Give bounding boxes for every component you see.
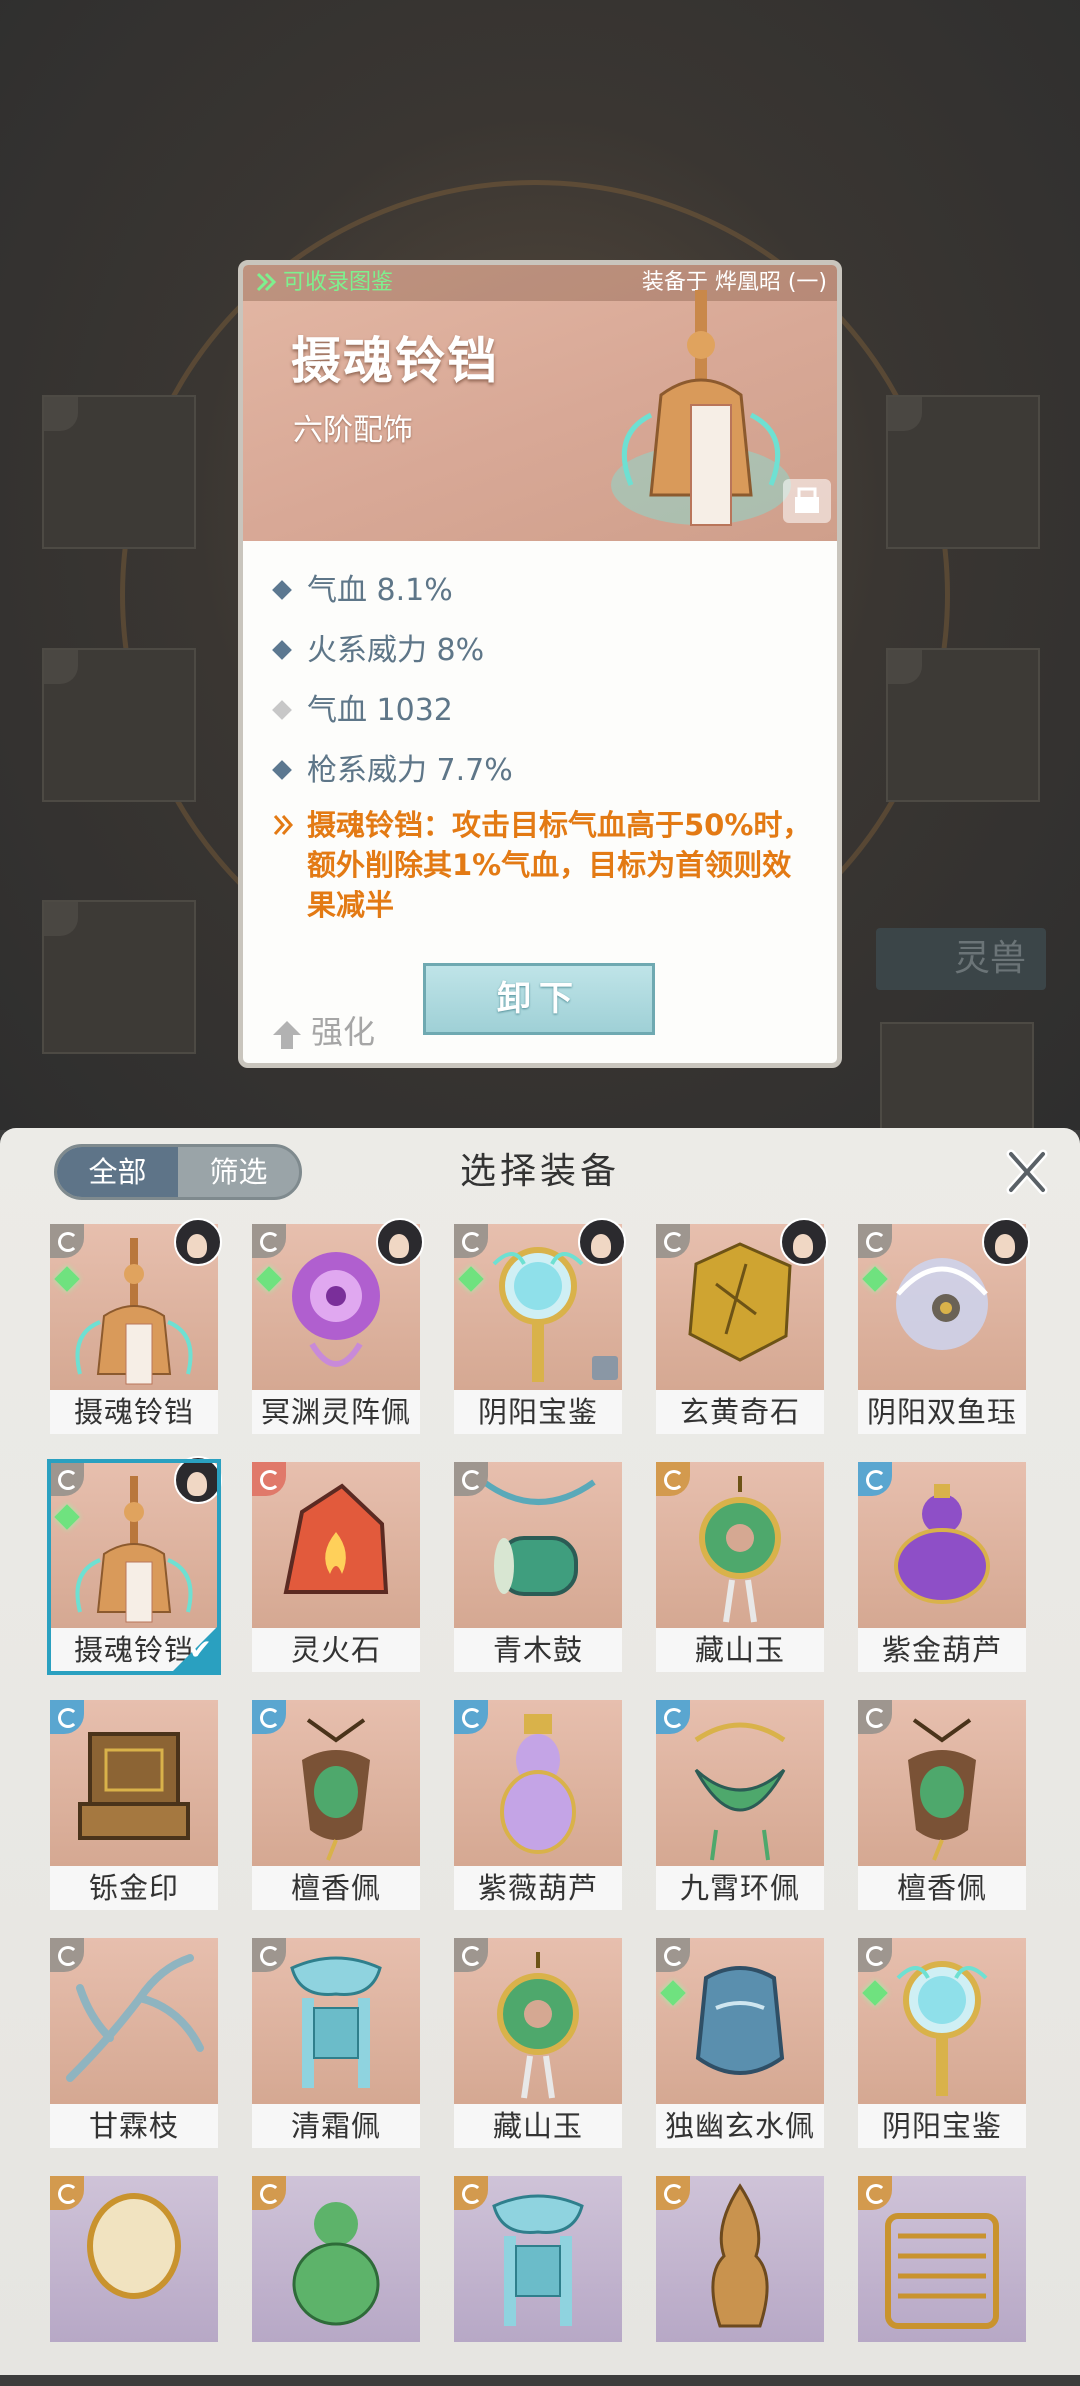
owner-avatar (174, 1218, 222, 1266)
equipment-name: 九霄环佩 (656, 1866, 824, 1910)
collect-icon (256, 272, 277, 292)
equipment-slot[interactable]: 檀香佩 (252, 1700, 420, 1910)
panel-title: 选择装备 (459, 1151, 620, 1192)
background-spirit-beast-tab: 灵兽 (876, 928, 1046, 990)
lock-icon (592, 1356, 618, 1380)
owner-avatar (780, 1218, 828, 1266)
item-illustration (611, 290, 791, 526)
equipment-name: 铄金印 (50, 1866, 218, 1910)
stat-line: 枪系威力 7.7% (271, 741, 817, 801)
upgrade-arrow-icon (273, 1021, 301, 1049)
equipment-name: 藏山玉 (454, 2104, 622, 2148)
equipment-name: 独幽玄水佩 (656, 2104, 824, 2148)
strengthen-label: 强化 (311, 1013, 376, 1051)
equipment-name: 檀香佩 (858, 1866, 1026, 1910)
equipment-name: 檀香佩 (252, 1866, 420, 1910)
special-effect-text: 摄魂铃铛：攻击目标气血高于50%时，额外削除其1%气血，目标为首领则效果减半 (307, 808, 812, 922)
owner-avatar (982, 1218, 1030, 1266)
equipment-name: 青木鼓 (454, 1628, 622, 1672)
item-detail-card: 可收录图鉴 装备于 烨凰昭 (一) 摄魂铃铛 六阶配饰 气血 8.1% 火系威力… (238, 260, 842, 1068)
stat-line: 气血 8.1% (271, 561, 817, 621)
equipment-selection-panel: 全部 筛选 选择装备 摄魂铃铛 冥渊灵阵佩 阴阳宝鉴 玄黄奇石 阴阳双鱼珏 摄魂铃铛 ✔ 灵火… (0, 1128, 1080, 2375)
equipment-slot[interactable]: 阴阳宝鉴 (858, 1938, 1026, 2148)
equipment-slot[interactable]: 紫薇葫芦 (454, 1700, 622, 1910)
equipment-slot[interactable] (858, 2176, 1026, 2386)
lock-icon[interactable] (783, 479, 831, 523)
owner-avatar (376, 1218, 424, 1266)
stat-bullet-icon (272, 640, 292, 660)
equipment-name: 甘霖枝 (50, 2104, 218, 2148)
equipment-name: 阴阳宝鉴 (858, 2104, 1026, 2148)
item-stats: 气血 8.1% 火系威力 8% 气血 1032 枪系威力 7.7% (271, 561, 817, 801)
unequip-button[interactable]: 卸下 (423, 963, 655, 1035)
stat-bullet-icon (272, 580, 292, 600)
equipment-slot[interactable]: 清霜佩 (252, 1938, 420, 2148)
equipment-slot[interactable]: 摄魂铃铛 ✔ (47, 1456, 222, 1675)
stat-bullet-icon (272, 760, 292, 780)
equipment-name: 阴阳双鱼珏 (858, 1390, 1026, 1434)
background-equipment-slot (880, 1022, 1034, 1134)
equipment-slot[interactable] (454, 2176, 622, 2386)
equipment-slot[interactable] (656, 2176, 824, 2386)
equipment-slot[interactable]: 紫金葫芦 (858, 1462, 1026, 1672)
equipment-slot[interactable]: 阴阳双鱼珏 (858, 1218, 1030, 1434)
equipment-slot[interactable]: 檀香佩 (858, 1700, 1026, 1910)
background-equipment-slot (886, 648, 1040, 802)
close-icon[interactable] (1003, 1148, 1051, 1196)
background-equipment-slot (42, 900, 196, 1054)
equipment-name: 紫薇葫芦 (454, 1866, 622, 1910)
special-effect: 摄魂铃铛：攻击目标气血高于50%时，额外削除其1%气血，目标为首领则效果减半 (271, 805, 817, 925)
equipment-slot[interactable]: 独幽玄水佩 (656, 1938, 824, 2148)
stat-bullet-icon (272, 700, 292, 720)
equipment-slot[interactable]: 藏山玉 (656, 1462, 824, 1672)
owner-avatar (578, 1218, 626, 1266)
background-equipment-slot (42, 648, 196, 802)
background-equipment-slot (886, 395, 1040, 549)
special-effect-icon (273, 815, 294, 835)
equipment-name: 灵火石 (252, 1628, 420, 1672)
equipment-slot[interactable]: 玄黄奇石 (656, 1218, 828, 1434)
equipment-name: 紫金葫芦 (858, 1628, 1026, 1672)
equipment-name: 玄黄奇石 (656, 1390, 824, 1434)
checkmark-icon: ✔ (188, 1633, 212, 1666)
stat-line: 火系威力 8% (271, 621, 817, 681)
equipment-slot[interactable]: 摄魂铃铛 (50, 1218, 222, 1434)
item-grade: 六阶配饰 (293, 413, 413, 448)
equipment-slot[interactable]: 阴阳宝鉴 (454, 1218, 626, 1434)
equipment-slot[interactable] (252, 2176, 420, 2386)
equipment-name: 阴阳宝鉴 (454, 1390, 622, 1434)
stat-line: 气血 1032 (271, 681, 817, 741)
collect-label: 可收录图鉴 (283, 270, 394, 295)
strengthen-button[interactable]: 强化 (273, 1007, 375, 1053)
equipment-slot[interactable]: 灵火石 (252, 1462, 420, 1672)
item-header: 可收录图鉴 装备于 烨凰昭 (一) 摄魂铃铛 六阶配饰 (243, 265, 837, 541)
equipment-slot[interactable] (50, 2176, 218, 2386)
equipment-name: 清霜佩 (252, 2104, 420, 2148)
equipment-slot[interactable]: 甘霖枝 (50, 1938, 218, 2148)
equipment-name: 冥渊灵阵佩 (252, 1390, 420, 1434)
equipment-name: 摄魂铃铛 (50, 1390, 218, 1434)
equipment-slot[interactable]: 青木鼓 (454, 1462, 622, 1672)
equipment-name: 藏山玉 (656, 1628, 824, 1672)
background-equipment-slot (42, 395, 196, 549)
equipment-slot[interactable]: 藏山玉 (454, 1938, 622, 2148)
equipment-slot[interactable]: 冥渊灵阵佩 (252, 1218, 424, 1434)
item-title: 摄魂铃铛 (291, 332, 499, 390)
equipment-slot[interactable]: 铄金印 (50, 1700, 218, 1910)
equipment-slot[interactable]: 九霄环佩 (656, 1700, 824, 1910)
collectible-indicator: 可收录图鉴 (255, 268, 393, 298)
